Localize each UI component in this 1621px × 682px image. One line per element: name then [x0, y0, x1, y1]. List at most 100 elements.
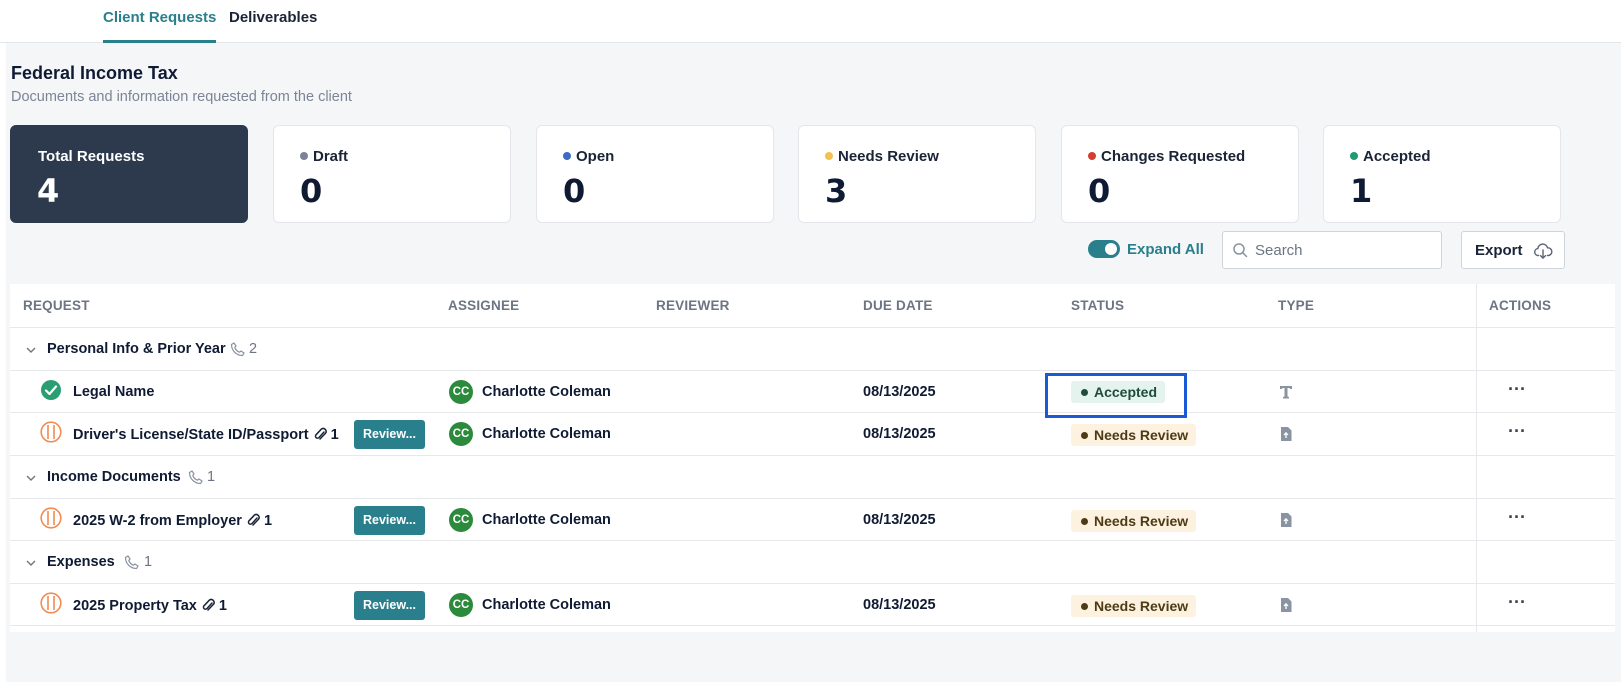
stat-label-wrap: Changes Requested — [1088, 148, 1245, 165]
due-date[interactable]: 08/13/2025 — [863, 597, 936, 613]
request-name[interactable]: 2025 W-2 from Employer 1 — [73, 512, 272, 529]
stat-label: Open — [576, 148, 615, 165]
attachment-count: 1 — [330, 427, 339, 443]
group-count: 2 — [249, 341, 258, 357]
attachment-count: 1 — [264, 513, 273, 529]
group-row[interactable]: Expenses 1 — [10, 540, 1615, 583]
table-row[interactable]: 2025 Property Tax 1 Review... CC Charlot… — [10, 583, 1615, 626]
stat-card-open[interactable]: Open 0 — [536, 125, 774, 223]
stat-card-draft[interactable]: Draft 0 — [273, 125, 511, 223]
group-label: Personal Info & Prior Year — [47, 341, 226, 357]
more-actions-icon[interactable]: ··· — [1507, 422, 1527, 442]
request-link-icon — [124, 555, 139, 570]
chevron-down-icon[interactable] — [25, 557, 37, 569]
request-name[interactable]: Driver's License/State ID/Passport 1 — [73, 426, 339, 443]
paperclip-icon — [202, 598, 215, 611]
search-input[interactable] — [1253, 232, 1438, 268]
table-row[interactable]: 2025 W-2 from Employer 1 Review... CC Ch… — [10, 498, 1615, 540]
stat-label-wrap: Needs Review — [825, 148, 939, 165]
review-button[interactable]: Review... — [354, 591, 425, 620]
status-text: Needs Review — [1094, 598, 1189, 614]
status-dot-icon — [1081, 432, 1088, 439]
request-name-text: 2025 Property Tax — [73, 598, 197, 614]
check-circle-icon — [41, 380, 61, 400]
needs-review-status-icon — [40, 507, 62, 529]
needs-review-dot-icon — [825, 152, 833, 160]
header-reviewer[interactable]: REVIEWER — [656, 284, 730, 327]
status-badge[interactable]: Needs Review — [1071, 595, 1197, 617]
request-name[interactable]: 2025 Property Tax 1 — [73, 597, 227, 614]
page-subtitle: Documents and information requested from… — [11, 89, 352, 105]
stat-value: 1 — [1350, 172, 1373, 210]
tab-client-requests[interactable]: Client Requests — [103, 0, 217, 43]
stat-label-wrap: Open — [563, 148, 614, 165]
main-content: Federal Income Tax Documents and informa… — [6, 43, 1621, 682]
due-date[interactable]: 08/13/2025 — [863, 512, 936, 528]
requests-table: REQUEST ASSIGNEE REVIEWER DUE DATE STATU… — [10, 284, 1615, 632]
due-date[interactable]: 08/13/2025 — [863, 384, 936, 400]
assignee-name[interactable]: Charlotte Coleman — [482, 597, 611, 613]
changes-requested-dot-icon — [1088, 152, 1096, 160]
chevron-down-icon[interactable] — [25, 344, 37, 356]
assignee-name[interactable]: Charlotte Coleman — [482, 512, 611, 528]
text-type-icon — [1280, 386, 1292, 399]
page-title: Federal Income Tax — [11, 63, 178, 83]
header-actions: ACTIONS — [1489, 298, 1552, 313]
request-name[interactable]: Legal Name — [73, 384, 154, 400]
stat-label: Accepted — [1363, 148, 1431, 165]
request-name-text: Driver's License/State ID/Passport — [73, 427, 309, 443]
group-row[interactable]: Income Documents 1 — [10, 455, 1615, 498]
more-actions-icon[interactable]: ··· — [1507, 508, 1527, 528]
needs-review-status-icon — [40, 592, 62, 614]
status-badge[interactable]: Needs Review — [1071, 424, 1197, 446]
avatar: CC — [449, 508, 473, 532]
needs-review-status-icon — [40, 421, 62, 443]
tab-bar: Client Requests Deliverables — [0, 0, 1621, 43]
search-box — [1222, 231, 1442, 269]
stat-label: Draft — [313, 148, 349, 165]
more-actions-icon[interactable]: ··· — [1507, 593, 1527, 613]
toggle-knob — [1105, 243, 1117, 255]
paperclip-icon — [247, 513, 260, 526]
stat-card-total-requests[interactable]: Total Requests 4 — [10, 125, 248, 223]
stat-value: 0 — [1088, 172, 1111, 210]
stat-value: 0 — [563, 172, 586, 210]
review-button[interactable]: Review... — [354, 420, 425, 449]
chevron-down-icon[interactable] — [25, 472, 37, 484]
stat-label: Total Requests — [38, 148, 145, 165]
stat-label: Changes Requested — [1101, 148, 1246, 165]
stat-card-needs-review[interactable]: Needs Review 3 — [798, 125, 1036, 223]
header-assignee[interactable]: ASSIGNEE — [448, 284, 519, 327]
status-text: Needs Review — [1094, 427, 1189, 443]
header-request[interactable]: REQUEST — [23, 284, 90, 327]
expand-all-label[interactable]: Expand All — [1127, 241, 1204, 258]
review-button[interactable]: Review... — [354, 506, 425, 535]
group-count: 1 — [144, 554, 153, 570]
expand-all-toggle[interactable] — [1088, 240, 1120, 258]
stat-label-wrap: Accepted — [1350, 148, 1431, 165]
status-badge[interactable]: Needs Review — [1071, 510, 1197, 532]
assignee-name[interactable]: Charlotte Coleman — [482, 426, 611, 442]
more-actions-icon[interactable]: ··· — [1507, 380, 1527, 400]
paperclip-icon — [314, 427, 327, 440]
stat-card-accepted[interactable]: Accepted 1 — [1323, 125, 1561, 223]
table-row[interactable]: Legal Name CC Charlotte Coleman 08/13/20… — [10, 370, 1615, 412]
file-upload-icon — [1281, 598, 1292, 612]
header-status[interactable]: STATUS — [1071, 284, 1124, 327]
cloud-download-icon — [1534, 243, 1553, 259]
avatar: CC — [449, 593, 473, 617]
header-due-date[interactable]: DUE DATE — [863, 284, 933, 327]
table-row[interactable]: Driver's License/State ID/Passport 1 Rev… — [10, 412, 1615, 455]
group-row[interactable]: Personal Info & Prior Year 2 — [10, 327, 1615, 370]
group-label: Expenses — [47, 554, 115, 570]
header-type[interactable]: TYPE — [1278, 284, 1314, 327]
tab-deliverables[interactable]: Deliverables — [229, 0, 317, 43]
assignee-name[interactable]: Charlotte Coleman — [482, 384, 611, 400]
export-button[interactable]: Export — [1461, 231, 1565, 269]
request-link-icon — [188, 470, 203, 485]
due-date[interactable]: 08/13/2025 — [863, 426, 936, 442]
group-count: 1 — [207, 469, 216, 485]
avatar: CC — [449, 380, 473, 404]
draft-dot-icon — [300, 152, 308, 160]
stat-card-changes-requested[interactable]: Changes Requested 0 — [1061, 125, 1299, 223]
